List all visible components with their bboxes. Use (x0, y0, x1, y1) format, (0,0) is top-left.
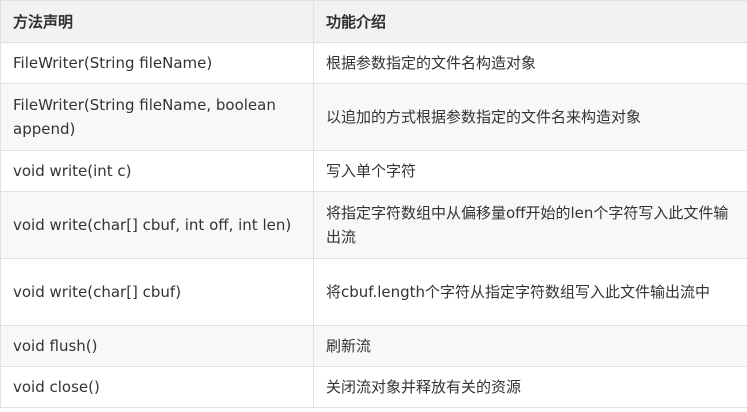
description-cell: 刷新流 (313, 325, 747, 367)
description-cell: 将指定字符数组中从偏移量off开始的len个字符写入此文件输出流 (313, 191, 747, 259)
method-cell: void write(char[] cbuf, int off, int len… (0, 191, 314, 259)
table-header-row: 方法声明 功能介绍 (0, 0, 747, 43)
method-cell: void write(int c) (0, 150, 314, 192)
description-cell: 根据参数指定的文件名构造对象 (313, 42, 747, 84)
header-method: 方法声明 (0, 0, 314, 43)
description-cell: 写入单个字符 (313, 150, 747, 192)
table-row: void write(int c) 写入单个字符 (0, 150, 747, 192)
table-row: FileWriter(String fileName, boolean appe… (0, 83, 747, 151)
method-cell: void flush() (0, 325, 314, 367)
table-row: void close() 关闭流对象并释放有关的资源 (0, 366, 747, 408)
description-cell: 关闭流对象并释放有关的资源 (313, 366, 747, 408)
method-cell: FileWriter(String fileName, boolean appe… (0, 83, 314, 151)
table-row: void write(char[] cbuf, int off, int len… (0, 191, 747, 259)
description-cell: 将cbuf.length个字符从指定字符数组写入此文件输出流中 (313, 258, 747, 326)
table-row: FileWriter(String fileName) 根据参数指定的文件名构造… (0, 42, 747, 84)
method-cell: void close() (0, 366, 314, 408)
api-table: 方法声明 功能介绍 FileWriter(String fileName) 根据… (0, 0, 747, 408)
method-cell: FileWriter(String fileName) (0, 42, 314, 84)
description-cell: 以追加的方式根据参数指定的文件名来构造对象 (313, 83, 747, 151)
header-description: 功能介绍 (313, 0, 747, 43)
table-row: void flush() 刷新流 (0, 325, 747, 367)
table-row: void write(char[] cbuf) 将cbuf.length个字符从… (0, 258, 747, 326)
method-cell: void write(char[] cbuf) (0, 258, 314, 326)
